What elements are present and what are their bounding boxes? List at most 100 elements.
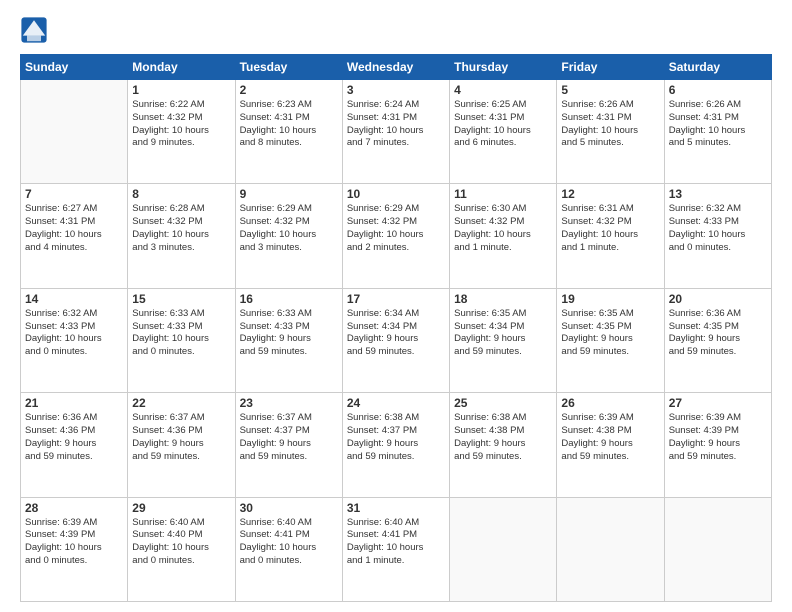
day-cell: 27Sunrise: 6:39 AMSunset: 4:39 PMDayligh… <box>664 393 771 497</box>
calendar-table: SundayMondayTuesdayWednesdayThursdayFrid… <box>20 54 772 602</box>
header-cell-wednesday: Wednesday <box>342 55 449 80</box>
day-info: Sunrise: 6:28 AMSunset: 4:32 PMDaylight:… <box>132 203 230 254</box>
day-info: Sunrise: 6:37 AMSunset: 4:36 PMDaylight:… <box>132 412 230 463</box>
day-number: 18 <box>454 292 552 306</box>
day-info: Sunrise: 6:38 AMSunset: 4:37 PMDaylight:… <box>347 412 445 463</box>
day-info: Sunrise: 6:32 AMSunset: 4:33 PMDaylight:… <box>669 203 767 254</box>
day-number: 21 <box>25 396 123 410</box>
day-info: Sunrise: 6:33 AMSunset: 4:33 PMDaylight:… <box>132 308 230 359</box>
day-cell <box>21 80 128 184</box>
day-info: Sunrise: 6:29 AMSunset: 4:32 PMDaylight:… <box>240 203 338 254</box>
week-row-2: 7 Sunrise: 6:27 AMSunset: 4:31 PMDaylight… <box>21 184 772 288</box>
day-info: Sunrise: 6:39 AMSunset: 4:38 PMDaylight:… <box>561 412 659 463</box>
week-row-3: 14 Sunrise: 6:32 AMSunset: 4:33 PMDayligh… <box>21 288 772 392</box>
day-number: 5 <box>561 83 659 97</box>
day-cell <box>557 497 664 601</box>
day-cell: 2 Sunrise: 6:23 AMSunset: 4:31 PMDaylight… <box>235 80 342 184</box>
day-info: Sunrise: 6:40 AMSunset: 4:41 PMDaylight:… <box>240 517 338 568</box>
header-cell-saturday: Saturday <box>664 55 771 80</box>
day-number: 3 <box>347 83 445 97</box>
day-cell <box>450 497 557 601</box>
day-info: Sunrise: 6:34 AMSunset: 4:34 PMDaylight:… <box>347 308 445 359</box>
day-info: Sunrise: 6:39 AMSunset: 4:39 PMDaylight:… <box>25 517 123 568</box>
day-cell: 7 Sunrise: 6:27 AMSunset: 4:31 PMDaylight… <box>21 184 128 288</box>
calendar-header: SundayMondayTuesdayWednesdayThursdayFrid… <box>21 55 772 80</box>
day-info: Sunrise: 6:25 AMSunset: 4:31 PMDaylight:… <box>454 99 552 150</box>
day-number: 23 <box>240 396 338 410</box>
day-cell: 15 Sunrise: 6:33 AMSunset: 4:33 PMDayligh… <box>128 288 235 392</box>
day-cell: 11Sunrise: 6:30 AMSunset: 4:32 PMDayligh… <box>450 184 557 288</box>
day-info: Sunrise: 6:40 AMSunset: 4:40 PMDaylight:… <box>132 517 230 568</box>
day-cell: 22 Sunrise: 6:37 AMSunset: 4:36 PMDayligh… <box>128 393 235 497</box>
day-info: Sunrise: 6:35 AMSunset: 4:34 PMDaylight:… <box>454 308 552 359</box>
calendar-body: 1 Sunrise: 6:22 AMSunset: 4:32 PMDaylight… <box>21 80 772 602</box>
day-info: Sunrise: 6:27 AMSunset: 4:31 PMDaylight:… <box>25 203 123 254</box>
day-info: Sunrise: 6:26 AMSunset: 4:31 PMDaylight:… <box>669 99 767 150</box>
day-cell: 18 Sunrise: 6:35 AMSunset: 4:34 PMDayligh… <box>450 288 557 392</box>
day-cell: 29 Sunrise: 6:40 AMSunset: 4:40 PMDayligh… <box>128 497 235 601</box>
day-number: 10 <box>347 187 445 201</box>
day-info: Sunrise: 6:22 AMSunset: 4:32 PMDaylight:… <box>132 99 230 150</box>
day-number: 2 <box>240 83 338 97</box>
day-cell: 1 Sunrise: 6:22 AMSunset: 4:32 PMDaylight… <box>128 80 235 184</box>
logo <box>20 16 52 44</box>
day-cell: 21Sunrise: 6:36 AMSunset: 4:36 PMDayligh… <box>21 393 128 497</box>
day-info: Sunrise: 6:24 AMSunset: 4:31 PMDaylight:… <box>347 99 445 150</box>
day-number: 11 <box>454 187 552 201</box>
day-info: Sunrise: 6:32 AMSunset: 4:33 PMDaylight:… <box>25 308 123 359</box>
day-info: Sunrise: 6:31 AMSunset: 4:32 PMDaylight:… <box>561 203 659 254</box>
day-info: Sunrise: 6:35 AMSunset: 4:35 PMDaylight:… <box>561 308 659 359</box>
day-number: 24 <box>347 396 445 410</box>
day-number: 9 <box>240 187 338 201</box>
day-cell: 24 Sunrise: 6:38 AMSunset: 4:37 PMDayligh… <box>342 393 449 497</box>
logo-icon <box>20 16 48 44</box>
day-number: 28 <box>25 501 123 515</box>
day-cell: 14 Sunrise: 6:32 AMSunset: 4:33 PMDayligh… <box>21 288 128 392</box>
day-cell: 6Sunrise: 6:26 AMSunset: 4:31 PMDaylight… <box>664 80 771 184</box>
day-cell: 19 Sunrise: 6:35 AMSunset: 4:35 PMDayligh… <box>557 288 664 392</box>
header-cell-friday: Friday <box>557 55 664 80</box>
week-row-4: 21Sunrise: 6:36 AMSunset: 4:36 PMDayligh… <box>21 393 772 497</box>
day-cell: 20Sunrise: 6:36 AMSunset: 4:35 PMDayligh… <box>664 288 771 392</box>
day-cell: 17Sunrise: 6:34 AMSunset: 4:34 PMDayligh… <box>342 288 449 392</box>
day-info: Sunrise: 6:23 AMSunset: 4:31 PMDaylight:… <box>240 99 338 150</box>
day-number: 7 <box>25 187 123 201</box>
header-cell-sunday: Sunday <box>21 55 128 80</box>
day-number: 25 <box>454 396 552 410</box>
day-number: 12 <box>561 187 659 201</box>
day-cell: 26Sunrise: 6:39 AMSunset: 4:38 PMDayligh… <box>557 393 664 497</box>
day-number: 13 <box>669 187 767 201</box>
day-info: Sunrise: 6:26 AMSunset: 4:31 PMDaylight:… <box>561 99 659 150</box>
day-cell: 8Sunrise: 6:28 AMSunset: 4:32 PMDaylight… <box>128 184 235 288</box>
day-number: 4 <box>454 83 552 97</box>
day-number: 14 <box>25 292 123 306</box>
day-info: Sunrise: 6:29 AMSunset: 4:32 PMDaylight:… <box>347 203 445 254</box>
day-info: Sunrise: 6:40 AMSunset: 4:41 PMDaylight:… <box>347 517 445 568</box>
day-cell: 16 Sunrise: 6:33 AMSunset: 4:33 PMDayligh… <box>235 288 342 392</box>
day-number: 30 <box>240 501 338 515</box>
day-number: 29 <box>132 501 230 515</box>
header-row: SundayMondayTuesdayWednesdayThursdayFrid… <box>21 55 772 80</box>
day-number: 16 <box>240 292 338 306</box>
header-cell-monday: Monday <box>128 55 235 80</box>
day-number: 22 <box>132 396 230 410</box>
day-info: Sunrise: 6:39 AMSunset: 4:39 PMDaylight:… <box>669 412 767 463</box>
day-cell: 4 Sunrise: 6:25 AMSunset: 4:31 PMDaylight… <box>450 80 557 184</box>
day-cell <box>664 497 771 601</box>
day-cell: 30 Sunrise: 6:40 AMSunset: 4:41 PMDayligh… <box>235 497 342 601</box>
day-number: 1 <box>132 83 230 97</box>
week-row-5: 28 Sunrise: 6:39 AMSunset: 4:39 PMDayligh… <box>21 497 772 601</box>
day-info: Sunrise: 6:33 AMSunset: 4:33 PMDaylight:… <box>240 308 338 359</box>
day-info: Sunrise: 6:38 AMSunset: 4:38 PMDaylight:… <box>454 412 552 463</box>
day-cell: 5 Sunrise: 6:26 AMSunset: 4:31 PMDaylight… <box>557 80 664 184</box>
header <box>20 16 772 44</box>
day-number: 15 <box>132 292 230 306</box>
header-cell-thursday: Thursday <box>450 55 557 80</box>
day-number: 20 <box>669 292 767 306</box>
day-cell: 31Sunrise: 6:40 AMSunset: 4:41 PMDayligh… <box>342 497 449 601</box>
day-cell: 13 Sunrise: 6:32 AMSunset: 4:33 PMDayligh… <box>664 184 771 288</box>
day-info: Sunrise: 6:37 AMSunset: 4:37 PMDaylight:… <box>240 412 338 463</box>
week-row-1: 1 Sunrise: 6:22 AMSunset: 4:32 PMDaylight… <box>21 80 772 184</box>
day-cell: 3 Sunrise: 6:24 AMSunset: 4:31 PMDaylight… <box>342 80 449 184</box>
day-number: 19 <box>561 292 659 306</box>
